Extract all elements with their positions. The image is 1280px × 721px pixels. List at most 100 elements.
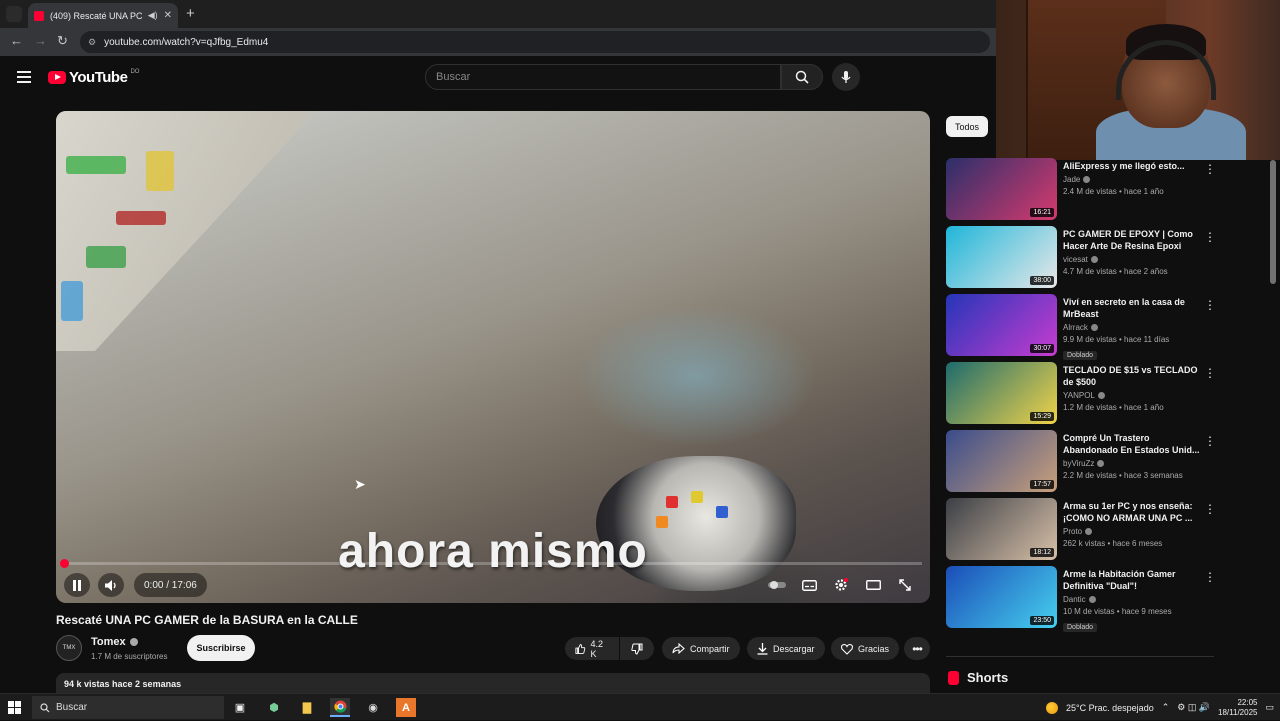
more-actions-button[interactable]: ••• (904, 637, 930, 660)
fullscreen-button[interactable] (894, 573, 916, 597)
recommendation-item[interactable]: 17:57 Compré Un Trastero Abandonado En E… (946, 430, 1216, 498)
more-vertical-icon[interactable]: ⋮ (1204, 570, 1216, 584)
autoplay-icon (768, 581, 786, 589)
time-text: 0:00 / 17:06 (144, 579, 197, 591)
recommendation-item[interactable]: 38:00 PC GAMER DE EPOXY | Como Hacer Art… (946, 226, 1216, 294)
recommendation-channel[interactable]: vicesat (1063, 255, 1216, 264)
tray-chevron-icon[interactable]: ⌃ (1162, 702, 1170, 713)
recommendation-item[interactable]: 18:12 Arma su 1er PC y nos enseña: ¡COMO… (946, 498, 1216, 566)
weather-icon[interactable] (1046, 701, 1059, 714)
recommendation-channel[interactable]: Alrrack (1063, 323, 1216, 332)
progress-bar[interactable] (60, 559, 922, 568)
recommendation-item[interactable]: 23:50 Arme la Habitación Gamer Definitiv… (946, 566, 1216, 634)
duration-badge: 15:29 (1030, 412, 1054, 421)
more-vertical-icon[interactable]: ⋮ (1204, 366, 1216, 380)
more-vertical-icon[interactable]: ⋮ (1204, 298, 1216, 312)
download-button[interactable]: Descargar (747, 637, 825, 660)
recommendation-meta: 1.2 M de vistas • hace 1 año (1063, 403, 1164, 412)
filter-chip-all[interactable]: Todos (946, 116, 988, 137)
recommendation-title[interactable]: TECLADO DE $15 vs TECLADO de $500 (1063, 364, 1203, 388)
browser-tab[interactable]: (409) Rescaté UNA PC GAM ◀) ✕ (28, 3, 178, 28)
thumbs-up-icon (575, 643, 586, 654)
app-launcher-icon[interactable]: A (396, 698, 416, 717)
recommendation-item[interactable]: 15:29 TECLADO DE $15 vs TECLADO de $500 … (946, 362, 1216, 430)
audio-icon[interactable]: ◀) (148, 10, 158, 21)
subscribe-button[interactable]: Suscribirse (187, 635, 255, 661)
recommendation-item[interactable]: 30:07 Viví en secreto en la casa de MrBe… (946, 294, 1216, 362)
recommendation-channel[interactable]: Dantic (1063, 595, 1216, 604)
recommendation-title[interactable]: PC GAMER DE EPOXY | Como Hacer Arte De R… (1063, 228, 1203, 252)
recommendation-item[interactable]: 16:21 AliExpress y me llegó esto... Jade… (946, 158, 1216, 226)
forward-icon[interactable]: → (34, 33, 47, 48)
video-thumbnail[interactable]: 18:12 (946, 498, 1057, 560)
task-view-icon[interactable]: ▣ (230, 698, 250, 717)
video-thumbnail[interactable]: 38:00 (946, 226, 1057, 288)
chrome-icon[interactable] (330, 698, 350, 717)
progress-scrubber[interactable] (60, 559, 69, 568)
settings-button[interactable] (830, 573, 852, 597)
clock-time: 22:05 (1237, 697, 1258, 707)
duration-badge: 23:50 (1030, 616, 1054, 625)
dislike-button[interactable] (620, 637, 654, 660)
channel-name: YANPOL (1063, 391, 1095, 400)
channel-name-link[interactable]: Tomex (91, 636, 138, 648)
more-vertical-icon[interactable]: ⋮ (1204, 230, 1216, 244)
menu-icon[interactable] (17, 71, 31, 83)
notifications-icon[interactable]: ▭ (1265, 702, 1274, 713)
subtitles-button[interactable] (798, 573, 820, 597)
recommendation-channel[interactable]: YANPOL (1063, 391, 1216, 400)
search-input[interactable]: Buscar (425, 64, 781, 90)
recommendation-title[interactable]: Viví en secreto en la casa de MrBeast (1063, 296, 1203, 320)
thanks-button[interactable]: Gracias (831, 637, 900, 660)
site-info-icon[interactable]: ⚙ (88, 37, 96, 48)
recommendation-channel[interactable]: Jade (1063, 175, 1216, 184)
youtube-logo[interactable]: YouTube DO (48, 69, 139, 86)
windows-start-icon[interactable] (8, 701, 21, 714)
pause-button[interactable] (64, 573, 90, 597)
app-icon[interactable]: ⬢ (264, 698, 284, 717)
recommendation-channel[interactable]: Proto (1063, 527, 1216, 536)
dubbed-badge: Doblado (1063, 623, 1098, 632)
page-scrollbar[interactable] (1270, 160, 1276, 284)
video-player[interactable]: ahora mismo ➤ 0:00 / 17:06 (56, 111, 930, 603)
video-thumbnail[interactable]: 23:50 (946, 566, 1057, 628)
logo-country-code: DO (130, 68, 140, 75)
like-button[interactable]: 4.2 K (565, 637, 619, 660)
reload-icon[interactable]: ↻ (57, 33, 68, 49)
description-box[interactable]: 94 k vistas hace 2 semanas (56, 673, 930, 693)
search-button[interactable] (781, 64, 823, 90)
theater-mode-button[interactable] (862, 573, 884, 597)
taskbar-search[interactable]: Buscar (32, 696, 224, 719)
video-thumbnail[interactable]: 16:21 (946, 158, 1057, 220)
recommendation-channel[interactable]: byViruZz (1063, 459, 1216, 468)
volume-button[interactable] (98, 573, 124, 597)
obs-icon[interactable]: ◉ (363, 698, 383, 717)
new-tab-button[interactable]: + (186, 5, 195, 22)
share-button[interactable]: Compartir (662, 637, 740, 660)
volume-icon (104, 579, 116, 591)
more-vertical-icon[interactable]: ⋮ (1204, 434, 1216, 448)
video-thumbnail[interactable]: 15:29 (946, 362, 1057, 424)
tray-icons[interactable]: ⚙ ◫ 🔊 (1177, 702, 1210, 713)
channel-avatar[interactable]: TMX (56, 635, 82, 661)
clock[interactable]: 22:05 18/11/2025 (1218, 698, 1257, 718)
recommendation-title[interactable]: Arma su 1er PC y nos enseña: ¡COMO NO AR… (1063, 500, 1203, 524)
autoplay-toggle[interactable] (766, 573, 788, 597)
voice-search-button[interactable] (832, 63, 860, 91)
recommendation-title[interactable]: AliExpress y me llegó esto... (1063, 160, 1203, 172)
tab-search-button[interactable] (6, 6, 22, 22)
more-vertical-icon[interactable]: ⋮ (1204, 162, 1216, 176)
graffiti-shape (61, 281, 83, 321)
video-thumbnail[interactable]: 17:57 (946, 430, 1057, 492)
close-tab-icon[interactable]: ✕ (164, 10, 172, 21)
recommendation-title[interactable]: Compré Un Trastero Abandonado En Estados… (1063, 432, 1203, 456)
file-explorer-icon[interactable]: ▇ (297, 698, 317, 717)
weather-text[interactable]: 25°C Prac. despejado (1066, 703, 1154, 713)
video-thumbnail[interactable]: 30:07 (946, 294, 1057, 356)
more-vertical-icon[interactable]: ⋮ (1204, 502, 1216, 516)
thanks-label: Gracias (858, 643, 890, 654)
logo-text: YouTube (69, 69, 128, 86)
back-icon[interactable]: ← (10, 33, 23, 48)
recommendation-title[interactable]: Arme la Habitación Gamer Definitiva "Dua… (1063, 568, 1203, 592)
address-bar[interactable]: ⚙ youtube.com/watch?v=qJfbg_Edmu4 (80, 31, 990, 53)
